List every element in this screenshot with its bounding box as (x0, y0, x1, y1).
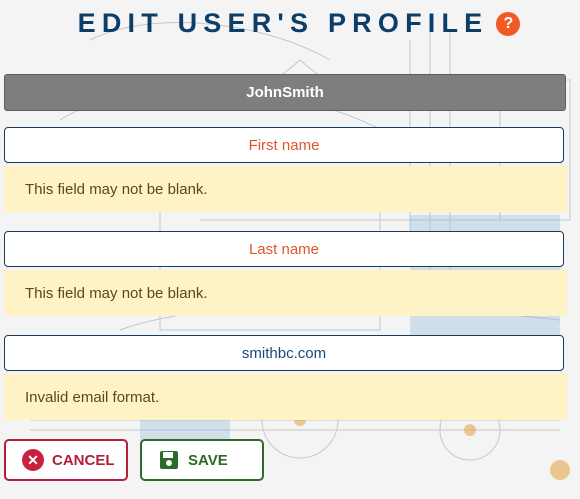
email-error: Invalid email format. (4, 374, 567, 420)
header: EDIT USER'S PROFILE ? (0, 5, 580, 41)
email-field[interactable]: smithbc.com (4, 335, 564, 371)
email-error-text: Invalid email format. (25, 388, 160, 406)
edit-profile-form: EDIT USER'S PROFILE ? JohnSmith First na… (0, 0, 580, 499)
username: JohnSmith (246, 84, 324, 101)
first-name-error-text: This field may not be blank. (25, 180, 208, 198)
cancel-button[interactable]: ✕ CANCEL (4, 439, 128, 481)
floppy-disk-icon (158, 449, 180, 471)
last-name-placeholder: Last name (248, 240, 320, 258)
question-icon[interactable]: ? (496, 11, 521, 36)
first-name-placeholder: First name (248, 136, 320, 154)
first-name-field[interactable]: First name (4, 127, 564, 163)
save-label: SAVE (188, 451, 228, 469)
close-circle-icon: ✕ (22, 449, 44, 471)
username-display: JohnSmith (4, 74, 566, 111)
help-label: ? (503, 14, 514, 32)
page-title: EDIT USER'S PROFILE (77, 7, 489, 38)
last-name-error: This field may not be blank. (4, 270, 567, 316)
last-name-error-text: This field may not be blank. (25, 284, 208, 302)
cancel-label: CANCEL (52, 451, 115, 469)
last-name-field[interactable]: Last name (4, 231, 564, 267)
email-value: smithbc.com (241, 344, 327, 362)
save-button[interactable]: SAVE (140, 439, 264, 481)
first-name-error: This field may not be blank. (4, 166, 567, 212)
